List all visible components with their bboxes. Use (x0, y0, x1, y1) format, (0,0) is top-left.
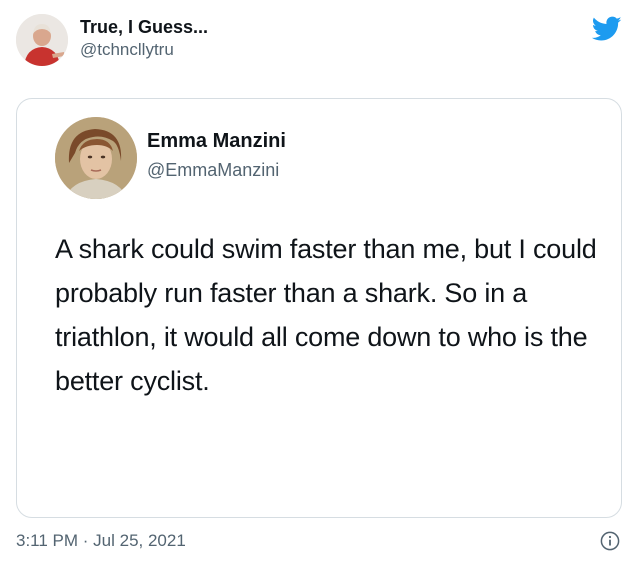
quoted-user-avatar[interactable] (55, 117, 137, 199)
twitter-bird-icon[interactable] (592, 16, 622, 42)
quoted-tweet[interactable]: Emma Manzini @EmmaManzini A shark could … (16, 98, 622, 518)
portrait-avatar-icon (55, 117, 137, 199)
display-name[interactable]: True, I Guess... (80, 16, 208, 38)
quoted-tweet-text: A shark could swim faster than me, but I… (55, 234, 597, 396)
quoted-user-handle[interactable]: @EmmaManzini (147, 159, 279, 181)
user-handle[interactable]: @tchncllytru (80, 40, 174, 60)
quoted-display-name[interactable]: Emma Manzini (147, 129, 286, 153)
info-icon[interactable] (600, 531, 620, 551)
person-avatar-icon (16, 14, 68, 66)
tweet-timestamp[interactable]: 3:11 PM · Jul 25, 2021 (16, 530, 186, 552)
user-avatar[interactable] (16, 14, 68, 66)
